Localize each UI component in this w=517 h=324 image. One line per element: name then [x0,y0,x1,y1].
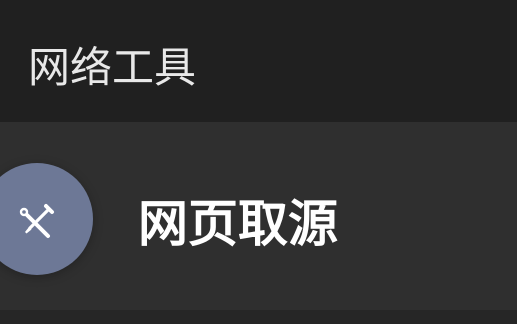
app-screen: 网络工具 网页取源 [0,0,517,324]
tools-icon [19,204,54,238]
section-header: 网络工具 [0,0,517,122]
bottom-divider [0,310,517,324]
section-title: 网络工具 [28,43,197,92]
list-item-web-source[interactable]: 网页取源 [0,122,517,310]
list-item-title: 网页取源 [138,195,338,253]
tool-icon-badge [0,163,93,275]
